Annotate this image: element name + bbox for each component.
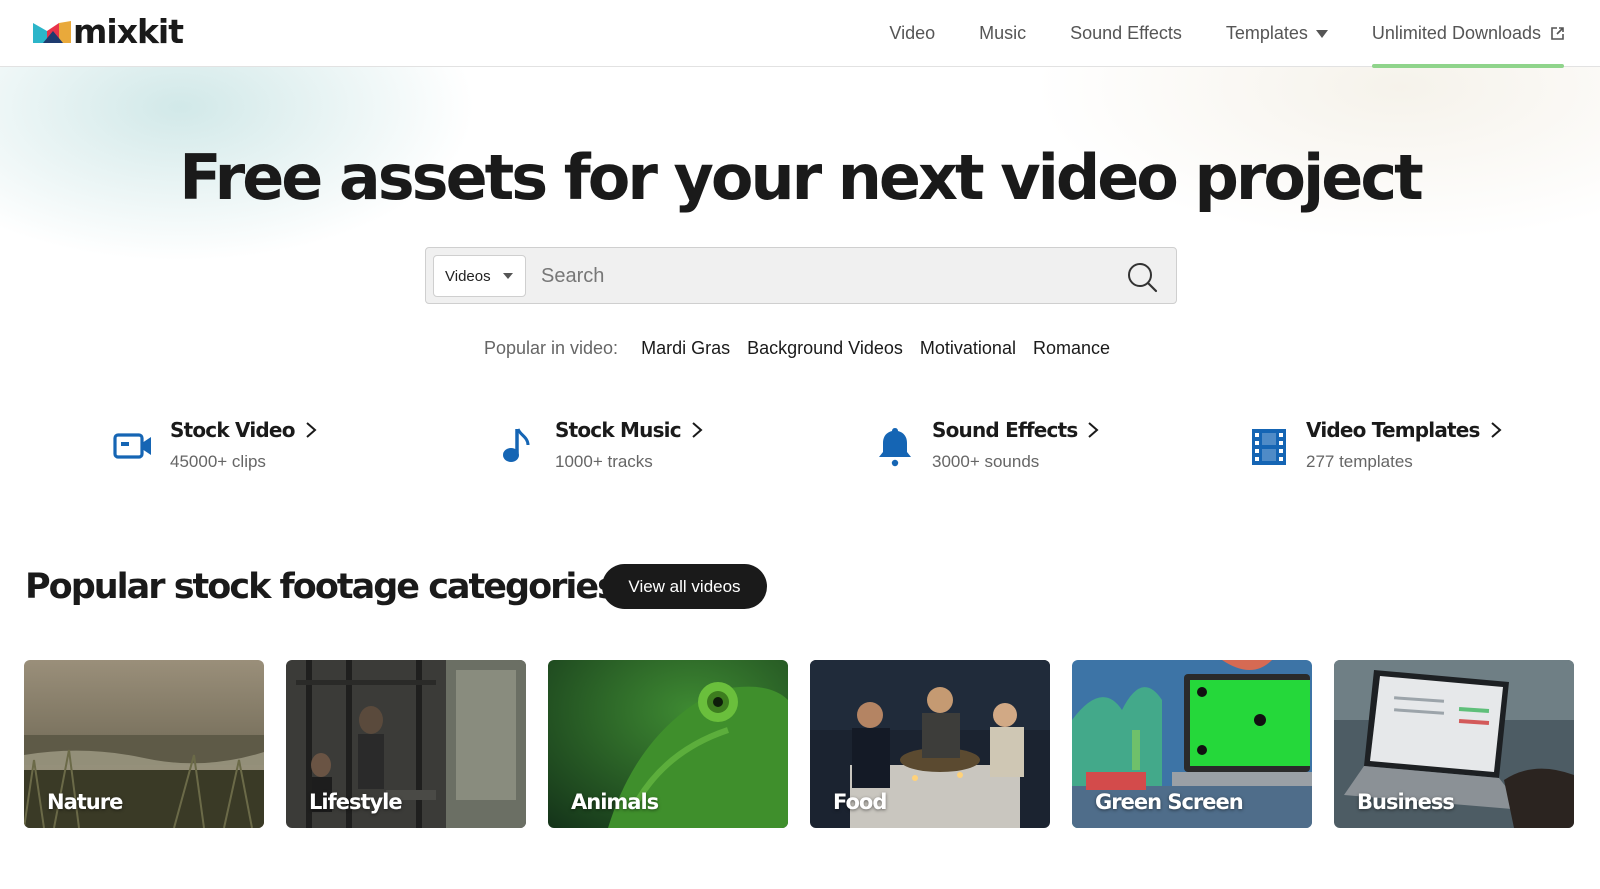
nav-music[interactable]: Music [979, 0, 1026, 67]
search-type-select[interactable]: Videos [433, 255, 526, 297]
asset-title: Video Templates [1306, 415, 1502, 445]
category-card-business[interactable]: Business [1334, 660, 1574, 828]
music-note-icon [503, 428, 530, 462]
popular-link[interactable]: Mardi Gras [641, 338, 730, 358]
search-type-value: Videos [445, 267, 491, 285]
film-strip-icon [1252, 429, 1286, 465]
popular-link[interactable]: Background Videos [747, 338, 903, 358]
nav-video-label: Video [889, 23, 936, 43]
nav-sound-effects-label: Sound Effects [1070, 23, 1182, 43]
hero-title: Free assets for your next video project [179, 141, 1423, 214]
main-nav: Video Music Sound Effects Templates Unli… [845, 0, 1565, 68]
nav-sound-effects[interactable]: Sound Effects [1070, 0, 1182, 67]
asset-subtitle: 1000+ tracks [555, 452, 653, 471]
nav-templates[interactable]: Templates [1226, 0, 1328, 67]
asset-title: Sound Effects [932, 415, 1099, 445]
chevron-right-icon [1490, 422, 1502, 438]
popular-searches: Popular in video: Mardi Gras Background … [0, 338, 1600, 359]
category-label: Food [833, 790, 887, 814]
category-label: Green Screen [1095, 790, 1244, 814]
logo-text: mixkit [73, 12, 184, 51]
category-label: Business [1357, 790, 1455, 814]
chevron-right-icon [692, 422, 703, 438]
nav-video[interactable]: Video [889, 0, 935, 67]
hero-section: Free assets for your next video project … [0, 67, 1600, 387]
asset-subtitle: 45000+ clips [170, 452, 266, 471]
popular-link[interactable]: Motivational [920, 338, 1016, 358]
search-input[interactable] [541, 256, 1101, 296]
nav-unlimited-downloads[interactable]: Unlimited Downloads [1371, 0, 1565, 68]
category-card-food[interactable]: Food [810, 660, 1050, 828]
asset-title-text: Stock Music [555, 418, 682, 442]
asset-title-text: Video Templates [1306, 418, 1480, 442]
bell-icon [879, 428, 911, 467]
asset-subtitle: 277 templates [1306, 452, 1413, 471]
asset-title-text: Sound Effects [932, 418, 1078, 442]
search-icon[interactable] [1126, 261, 1158, 293]
category-label: Animals [571, 790, 659, 814]
section-title: Popular stock footage categories [25, 567, 618, 607]
category-label: Lifestyle [309, 790, 403, 814]
category-card-green-screen[interactable]: Green Screen [1072, 660, 1312, 828]
chevron-right-icon [1088, 422, 1099, 438]
category-card-nature[interactable]: Nature [24, 660, 264, 828]
category-card-animals[interactable]: Animals [548, 660, 788, 828]
asset-title: Stock Music [555, 415, 703, 445]
search-bar: Videos [425, 247, 1177, 304]
video-camera-icon [113, 433, 151, 459]
category-label: Nature [47, 790, 123, 814]
nav-unlimited-downloads-label: Unlimited Downloads [1371, 23, 1541, 43]
external-link-icon [1551, 27, 1564, 40]
mixkit-logo[interactable]: mixkit [33, 12, 184, 51]
caret-down-icon [1315, 29, 1328, 38]
asset-types: Stock Video 45000+ clips Stock Music 100… [0, 415, 1600, 485]
asset-subtitle: 3000+ sounds [932, 452, 1040, 471]
popular-label: Popular in video: [483, 338, 619, 358]
site-header: mixkit Video Music Sound Effects Templat… [0, 0, 1600, 68]
view-all-videos-button[interactable]: View all videos [602, 564, 767, 609]
logo-mark-icon [33, 21, 71, 43]
asset-title: Stock Video [170, 415, 317, 445]
popular-link[interactable]: Romance [1033, 338, 1110, 358]
category-card-lifestyle[interactable]: Lifestyle [286, 660, 526, 828]
nav-templates-label: Templates [1225, 23, 1308, 43]
asset-title-text: Stock Video [170, 418, 295, 442]
caret-down-icon [502, 273, 513, 279]
chevron-right-icon [305, 422, 317, 438]
nav-music-label: Music [979, 23, 1027, 43]
